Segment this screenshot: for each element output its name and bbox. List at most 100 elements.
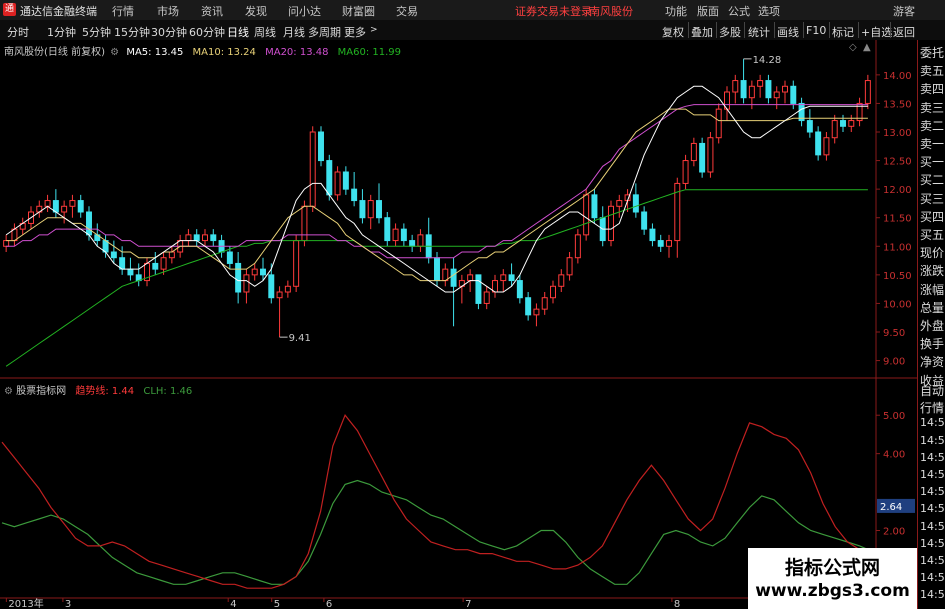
menu-function[interactable]: 功能 <box>665 3 687 19</box>
quote-side-panel: 委托 卖五 卖四 卖三 卖二 卖一 买一 买二 买三 买四 买五 现价 涨跌 涨幅 总量 外盘 换手 净资 收益 自动… <box>917 40 945 609</box>
date-label: 6 <box>326 599 332 609</box>
candle-up <box>690 142 697 162</box>
btn-add-favorite[interactable]: +自选 <box>861 24 892 40</box>
candle-down <box>86 211 92 236</box>
candle-down <box>127 268 134 276</box>
diamond-icon[interactable]: ◇ <box>849 42 857 53</box>
date-label: 3 <box>65 599 71 609</box>
period-30min[interactable]: 30分钟 <box>151 24 187 40</box>
price-tick-label: 9.50 <box>883 328 905 339</box>
menu-discover[interactable]: 发现 <box>245 3 267 19</box>
menu-layout[interactable]: 版面 <box>697 3 719 19</box>
period-timeshare[interactable]: 分时 <box>7 24 29 40</box>
candle-up <box>558 274 565 287</box>
price-tick-label: 10.50 <box>883 271 912 282</box>
period-5min[interactable]: 5分钟 <box>82 24 111 40</box>
menu-market[interactable]: 市场 <box>157 3 179 19</box>
kline-chart[interactable]: 14.00 13.50 13.00 12.50 12.00 11.50 11.00 10.50… <box>0 40 917 609</box>
period-weekly[interactable]: 周线 <box>254 24 276 40</box>
btn-adjust[interactable]: 复权 <box>662 24 684 40</box>
tick-list-header[interactable]: 行情 <box>920 399 944 416</box>
chevron-right-icon[interactable]: > <box>370 25 378 35</box>
period-15min[interactable]: 15分钟 <box>114 24 150 40</box>
tick-time: 14:50 <box>920 536 945 550</box>
candle-down <box>815 131 822 156</box>
menu-ask[interactable]: 问小达 <box>288 3 321 19</box>
divider <box>858 22 859 38</box>
candle-up <box>616 200 623 207</box>
btn-draw[interactable]: 画线 <box>777 24 799 40</box>
quote-row-label: 买三 <box>920 191 945 206</box>
btn-multi-stock[interactable]: 多股 <box>719 24 741 40</box>
price-tick-label: 11.00 <box>883 242 912 253</box>
divider <box>890 22 891 38</box>
price-tick-label: 13.50 <box>883 99 912 110</box>
menu-formula[interactable]: 公式 <box>728 3 750 19</box>
date-label: 7 <box>465 599 471 609</box>
candle-down <box>376 200 382 219</box>
quote-row-label: 卖三 <box>920 100 945 115</box>
indicator-name[interactable]: 股票指标网 <box>16 386 66 397</box>
candle-down <box>525 297 532 316</box>
candle-up <box>831 120 838 139</box>
btn-f10[interactable]: F10 <box>806 24 826 37</box>
menu-options[interactable]: 选项 <box>758 3 780 19</box>
divider <box>688 22 689 38</box>
candle-up <box>782 85 788 93</box>
candle-up <box>243 274 250 293</box>
menu-news[interactable]: 资讯 <box>201 3 223 19</box>
menu-trade[interactable]: 交易 <box>396 3 418 19</box>
candle-up <box>500 274 507 282</box>
divider <box>803 22 804 38</box>
price-tick-label: 10.00 <box>883 299 912 310</box>
period-multi[interactable]: 多周期 <box>308 24 341 40</box>
period-daily[interactable]: 日线 <box>227 24 249 40</box>
period-monthly[interactable]: 月线 <box>283 24 305 40</box>
candle-up <box>583 194 590 236</box>
candle-down <box>632 194 639 213</box>
candle-down <box>318 131 324 162</box>
candle-down <box>235 262 242 293</box>
legend-title: 南风股份(日线 前复权) <box>4 47 105 58</box>
legend-ma20: MA20: 13.48 <box>265 47 329 58</box>
period-more[interactable]: 更多 <box>344 24 366 40</box>
divider <box>774 22 775 38</box>
candle-down <box>260 268 266 276</box>
candle-up <box>69 200 76 207</box>
tick-list-header[interactable]: 自动 <box>920 382 944 399</box>
btn-mark[interactable]: 标记 <box>832 24 854 40</box>
quote-row-label: 卖一 <box>920 137 945 151</box>
legend-clh: CLH: 1.46 <box>143 386 193 397</box>
candle-down <box>226 251 233 264</box>
candle-up <box>574 234 581 259</box>
btn-stats[interactable]: 统计 <box>748 24 770 40</box>
candle-up <box>757 80 764 87</box>
period-1min[interactable]: 1分钟 <box>47 24 76 40</box>
legend-ma5: MA5: 13.45 <box>126 47 184 58</box>
btn-back[interactable]: 返回 <box>893 24 915 40</box>
watermark-url: www.zbgs3.com <box>755 581 910 601</box>
candle-up <box>44 200 51 207</box>
divider <box>744 22 745 38</box>
user-label[interactable]: 游客 <box>893 3 915 19</box>
settings-icon[interactable]: ⚙ <box>110 47 119 58</box>
menu-quotes[interactable]: 行情 <box>112 3 134 19</box>
low-label: 9.41 <box>289 333 311 344</box>
candle-down <box>641 211 648 230</box>
period-60min[interactable]: 60分钟 <box>189 24 225 40</box>
stock-name-title: 南风股份 <box>589 5 633 18</box>
candle-up <box>3 240 10 247</box>
candle-up <box>309 131 316 207</box>
tick-time: 14:50 <box>920 468 945 481</box>
candle-up <box>61 205 68 213</box>
login-status[interactable]: 证券交易未登录 <box>515 3 592 19</box>
btn-overlay[interactable]: 叠加 <box>691 24 713 40</box>
quote-row-label: 买五 <box>920 228 945 242</box>
settings-icon[interactable]: ⚙ <box>4 386 13 397</box>
candle-down <box>790 85 797 104</box>
menu-wealth[interactable]: 财富圈 <box>342 3 375 19</box>
candle-up <box>467 274 474 282</box>
scroll-up-icon[interactable]: ▲ <box>863 42 871 53</box>
candle-up <box>707 137 714 173</box>
candle-down <box>193 234 200 242</box>
